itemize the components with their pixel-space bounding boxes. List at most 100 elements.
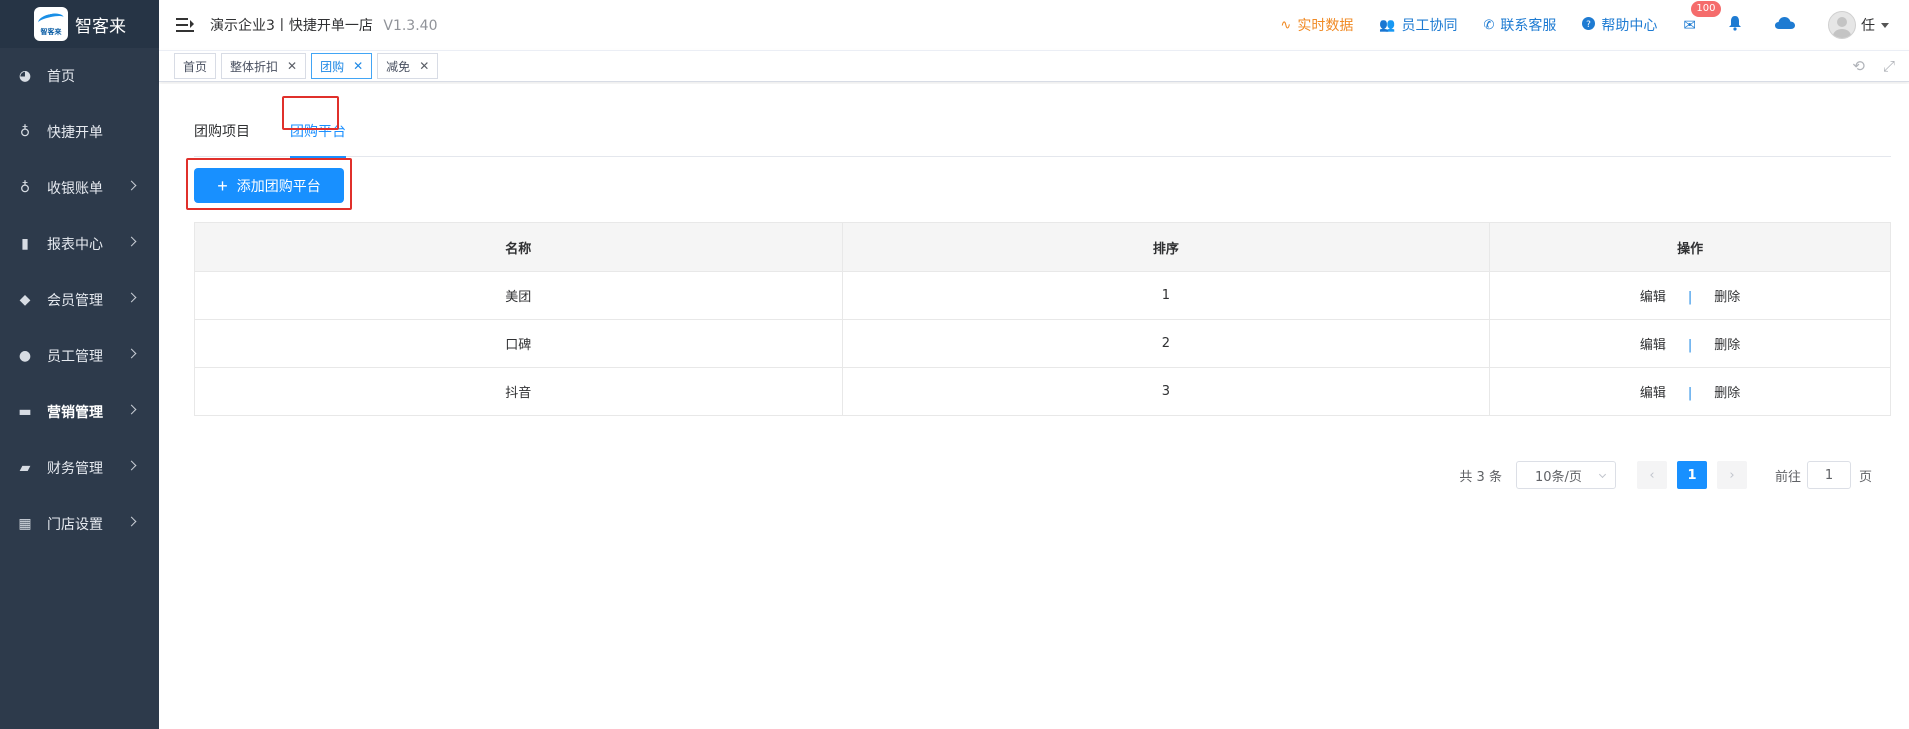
header-link-2[interactable]: ✆ 联系客服 bbox=[1484, 15, 1557, 35]
close-icon[interactable]: ✕ bbox=[353, 59, 363, 73]
add-platform-button[interactable]: + 添加团购平台 bbox=[194, 168, 344, 203]
sidebar-item-0[interactable]: ◕ 首页 bbox=[0, 48, 159, 104]
tag-label: 整体折扣 bbox=[230, 59, 279, 74]
cell-actions: 编辑 | 删除 bbox=[1489, 271, 1891, 320]
cell-name: 抖音 bbox=[194, 367, 843, 416]
header: 演示企业3丨快捷开单一店 V1.3.40 ∿ 实时数据 👥 员工协同 ✆ 联系客服 ? 帮助中… bbox=[159, 0, 1909, 50]
close-icon[interactable]: ✕ bbox=[419, 59, 429, 73]
sidebar: 智客来 智客来 ◕ 首页 ♁ 快捷开单 ♁ 收银账单 ▮ 报表中心 ◆ 会员管理 ● 员工管理 ▬ 营销管… bbox=[0, 0, 159, 729]
page-suffix: 页 bbox=[1858, 469, 1872, 485]
sidebar-item-8[interactable]: ▦ 门店设置 bbox=[0, 496, 159, 552]
phone-icon: ✆ bbox=[1483, 17, 1495, 33]
sidebar-item-6[interactable]: ▬ 营销管理 bbox=[0, 384, 159, 440]
brand-name: 智客来 bbox=[75, 16, 126, 37]
close-icon[interactable]: ✕ bbox=[287, 59, 297, 73]
fullscreen-icon[interactable]: ⤢ bbox=[1883, 57, 1895, 75]
cell-sort: 2 bbox=[841, 319, 1491, 368]
header-link-0[interactable]: ∿ 实时数据 bbox=[1280, 15, 1353, 35]
tag-2[interactable]: 团购 ✕ bbox=[311, 53, 373, 79]
edit-link[interactable]: 编辑 bbox=[1640, 386, 1666, 401]
avatar[interactable] bbox=[1828, 11, 1856, 39]
delete-link[interactable]: 删除 bbox=[1714, 338, 1740, 353]
sidebar-item-5[interactable]: ● 员工管理 bbox=[0, 328, 159, 384]
menu-toggle-icon[interactable] bbox=[176, 18, 194, 32]
sidebar-item-3[interactable]: ▮ 报表中心 bbox=[0, 216, 159, 272]
user-icon: ● bbox=[18, 348, 32, 364]
sidebar-item-label: 营销管理 bbox=[47, 405, 103, 421]
money-bag-icon: ♁ bbox=[19, 124, 31, 140]
chevron-right-icon bbox=[126, 236, 137, 247]
chevron-right-icon bbox=[126, 460, 137, 471]
mail-icon[interactable]: ✉ 100 bbox=[1683, 1, 1721, 34]
page-number-current[interactable]: 1 bbox=[1676, 461, 1707, 489]
table-row: 口碑 2 编辑 | 删除 bbox=[194, 319, 1891, 368]
bell-icon[interactable] bbox=[1728, 15, 1742, 35]
cell-actions: 编辑 | 删除 bbox=[1489, 319, 1891, 368]
column-header-sort: 排序 bbox=[841, 222, 1491, 272]
goto-page-input[interactable]: 1 bbox=[1806, 461, 1851, 489]
mail-badge: 100 bbox=[1691, 1, 1721, 17]
pagination: 共 3 条 10条/页 ‹ 1 › 前往 1 页 bbox=[1459, 461, 1872, 489]
cell-name: 口碑 bbox=[194, 319, 843, 368]
prev-page-button[interactable]: ‹ bbox=[1636, 461, 1667, 489]
chevron-right-icon bbox=[126, 404, 137, 415]
goto-label: 前往 bbox=[1774, 469, 1801, 485]
delete-link[interactable]: 删除 bbox=[1714, 290, 1740, 305]
sidebar-item-label: 报表中心 bbox=[47, 237, 103, 253]
sidebar-item-4[interactable]: ◆ 会员管理 bbox=[0, 272, 159, 328]
diamond-icon: ◆ bbox=[19, 292, 31, 308]
question-icon: ? bbox=[1582, 16, 1596, 34]
briefcase-icon: ▬ bbox=[18, 404, 32, 420]
column-header-name: 名称 bbox=[194, 222, 843, 272]
pagination-total: 共 3 条 bbox=[1459, 469, 1502, 485]
wallet-icon: ▰ bbox=[19, 460, 31, 476]
sidebar-item-label: 员工管理 bbox=[47, 349, 103, 365]
header-link-label: 员工协同 bbox=[1401, 18, 1458, 34]
sidebar-item-7[interactable]: ▰ 财务管理 bbox=[0, 440, 159, 496]
sidebar-item-label: 首页 bbox=[47, 69, 75, 85]
breadcrumb: 演示企业3丨快捷开单一店 V1.3.40 bbox=[210, 15, 437, 35]
page-size-select[interactable]: 10条/页 bbox=[1515, 461, 1616, 489]
header-link-3[interactable]: ? 帮助中心 bbox=[1582, 15, 1657, 35]
caret-down-icon[interactable] bbox=[1881, 22, 1889, 28]
edit-link[interactable]: 编辑 bbox=[1640, 290, 1666, 305]
sidebar-item-label: 快捷开单 bbox=[47, 125, 103, 141]
main-content: 团购项目 团购平台 + 添加团购平台 名称 排序 操作 美团 1 编辑 | 删除 口碑 2 编… bbox=[159, 84, 1909, 729]
tag-label: 首页 bbox=[183, 59, 208, 74]
tag-0[interactable]: 首页 bbox=[174, 53, 217, 79]
table-header-row: 名称 排序 操作 bbox=[194, 222, 1891, 272]
chevron-right-icon bbox=[126, 180, 137, 191]
money-bag-icon: ♁ bbox=[19, 180, 31, 196]
sidebar-item-2[interactable]: ♁ 收银账单 bbox=[0, 160, 159, 216]
tag-3[interactable]: 减免 ✕ bbox=[377, 53, 439, 79]
sidebar-nav: ◕ 首页 ♁ 快捷开单 ♁ 收银账单 ▮ 报表中心 ◆ 会员管理 ● 员工管理 ▬ 营销管理 ▰ 财务管理 ▦ 门… bbox=[0, 48, 159, 552]
header-link-label: 联系客服 bbox=[1500, 18, 1557, 34]
plus-icon: + bbox=[217, 175, 228, 196]
edit-link[interactable]: 编辑 bbox=[1640, 338, 1666, 353]
sidebar-item-label: 会员管理 bbox=[47, 293, 103, 309]
header-link-1[interactable]: 👥 员工协同 bbox=[1379, 15, 1457, 35]
chevron-right-icon bbox=[126, 516, 137, 527]
refresh-icon[interactable]: ⟲ bbox=[1852, 57, 1865, 75]
cell-sort: 1 bbox=[841, 271, 1491, 320]
sidebar-item-label: 门店设置 bbox=[47, 517, 103, 533]
tags-view: 首页 整体折扣 ✕ 团购 ✕ 减免 ✕ ⟲ ⤢ bbox=[159, 50, 1909, 82]
header-right: ∿ 实时数据 👥 员工协同 ✆ 联系客服 ? 帮助中心 ✉ 100 任 bbox=[1280, 0, 1909, 50]
column-header-actions: 操作 bbox=[1489, 222, 1891, 272]
cloud-icon[interactable] bbox=[1774, 16, 1796, 34]
tab-group-items[interactable]: 团购项目 bbox=[194, 121, 250, 157]
chevron-right-icon bbox=[126, 292, 137, 303]
sidebar-item-1[interactable]: ♁ 快捷开单 bbox=[0, 104, 159, 160]
delete-link[interactable]: 删除 bbox=[1714, 386, 1740, 401]
table-row: 美团 1 编辑 | 删除 bbox=[194, 271, 1891, 320]
cell-actions: 编辑 | 删除 bbox=[1489, 367, 1891, 416]
user-name[interactable]: 任 bbox=[1861, 15, 1875, 35]
tag-1[interactable]: 整体折扣 ✕ bbox=[221, 53, 307, 79]
highlight-box-tab bbox=[282, 96, 339, 130]
next-page-button[interactable]: › bbox=[1716, 461, 1747, 489]
tag-label: 团购 bbox=[320, 59, 345, 74]
cell-name: 美团 bbox=[194, 271, 843, 320]
cell-sort: 3 bbox=[841, 367, 1491, 416]
svg-text:?: ? bbox=[1587, 20, 1592, 30]
dashboard-icon: ◕ bbox=[18, 68, 32, 84]
